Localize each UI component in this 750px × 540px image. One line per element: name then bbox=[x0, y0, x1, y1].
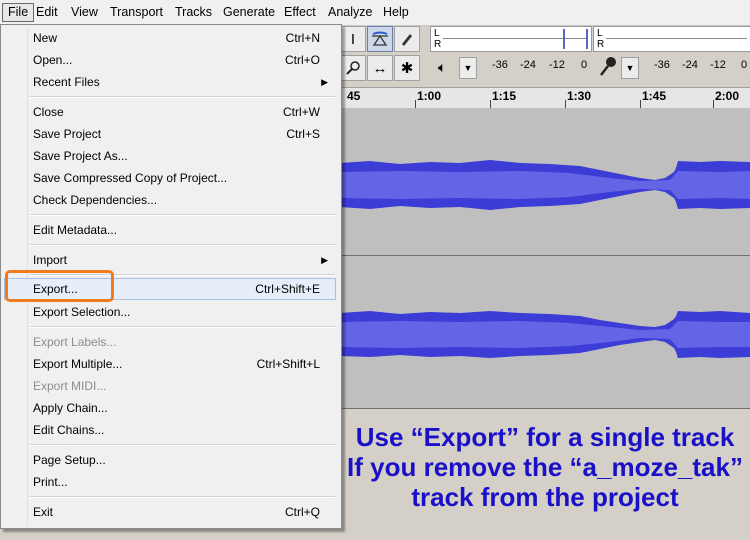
draw-tool-icon[interactable] bbox=[394, 26, 420, 52]
menu-item-recent-files[interactable]: Recent Files ▶ bbox=[4, 71, 336, 93]
menu-item-label: Edit Metadata... bbox=[33, 223, 118, 237]
record-dropdown-button[interactable]: ▼ bbox=[621, 57, 639, 79]
playback-db-tick: 0 bbox=[581, 59, 588, 71]
menu-item-label: Export MIDI... bbox=[33, 379, 107, 393]
caption-line-1: Use “Export” for a single track bbox=[355, 422, 735, 452]
menu-item-open[interactable]: Open... Ctrl+O bbox=[4, 49, 336, 71]
export-highlight-box bbox=[5, 270, 114, 302]
meter-right-label: R bbox=[597, 39, 605, 50]
ruler-label: 45 bbox=[347, 89, 361, 103]
menu-item-check-dependencies[interactable]: Check Dependencies... bbox=[4, 189, 336, 211]
menu-item-import[interactable]: Import ▶ bbox=[4, 249, 336, 271]
menu-item-label: Save Compressed Copy of Project... bbox=[33, 171, 228, 185]
menu-item-label: Import bbox=[33, 253, 68, 267]
record-db-tick: -36 bbox=[654, 59, 670, 71]
menu-item-edit-chains[interactable]: Edit Chains... bbox=[4, 419, 336, 441]
record-db-tick: -24 bbox=[682, 59, 698, 71]
ruler-label: 1:15 bbox=[492, 89, 517, 103]
caption-line-2: If you remove the “a_moze_tak” bbox=[347, 452, 743, 482]
menu-item-print[interactable]: Print... bbox=[4, 471, 336, 493]
menu-item-shortcut: Ctrl+Shift+L bbox=[256, 357, 320, 371]
menu-item-label: Export Selection... bbox=[33, 305, 131, 319]
record-db-tick: -12 bbox=[710, 59, 726, 71]
menu-item-label: Save Project bbox=[33, 127, 102, 141]
instruction-caption: Use “Export” for a single track If you r… bbox=[340, 410, 750, 540]
ruler-label: 1:30 bbox=[567, 89, 592, 103]
menu-item-label: Export Labels... bbox=[33, 335, 117, 349]
menu-item-edit-metadata[interactable]: Edit Metadata... bbox=[4, 219, 336, 241]
menu-file[interactable]: File bbox=[2, 3, 35, 22]
menu-item-exit[interactable]: Exit Ctrl+Q bbox=[4, 501, 336, 523]
menu-item-apply-chain[interactable]: Apply Chain... bbox=[4, 397, 336, 419]
ruler-label: 1:45 bbox=[642, 89, 667, 103]
caption-line-3: track from the project bbox=[411, 482, 679, 512]
playback-dropdown-button[interactable]: ▼ bbox=[459, 57, 477, 79]
menu-item-new[interactable]: New Ctrl+N bbox=[4, 27, 336, 49]
playback-db-tick: -24 bbox=[520, 59, 536, 71]
playback-meter[interactable]: L R bbox=[430, 26, 592, 52]
menu-item-label: Recent Files bbox=[33, 75, 100, 89]
ruler-label: 2:00 bbox=[715, 89, 740, 103]
menu-generate[interactable]: Generate bbox=[218, 3, 280, 22]
menu-item-label: Export Multiple... bbox=[33, 357, 123, 371]
menu-bar: File Edit View Transport Tracks Generate… bbox=[0, 0, 750, 26]
menu-item-label: Print... bbox=[33, 475, 68, 489]
ruler-label: 1:00 bbox=[417, 89, 442, 103]
waveform-1 bbox=[340, 108, 750, 255]
speaker-icon[interactable]: 🔈︎ bbox=[438, 59, 446, 76]
record-meter[interactable]: L R bbox=[593, 26, 750, 52]
menu-item-shortcut: Ctrl+Shift+E bbox=[255, 282, 320, 296]
waveform-2 bbox=[340, 256, 750, 408]
menu-item-label: Close bbox=[33, 105, 64, 119]
audio-track-1[interactable] bbox=[340, 108, 750, 256]
menu-item-shortcut: Ctrl+S bbox=[286, 127, 320, 141]
multi-tool-icon[interactable]: ✱ bbox=[394, 55, 420, 81]
timeline-ruler[interactable]: 45 1:00 1:15 1:30 1:45 2:00 bbox=[340, 87, 750, 109]
submenu-arrow-icon: ▶ bbox=[321, 255, 328, 265]
menu-item-label: Exit bbox=[33, 505, 54, 519]
menu-item-label: Apply Chain... bbox=[33, 401, 108, 415]
menu-effect[interactable]: Effect bbox=[279, 3, 321, 22]
menu-item-shortcut: Ctrl+Q bbox=[284, 505, 320, 519]
menu-item-label: Open... bbox=[33, 53, 73, 67]
menu-item-export-selection[interactable]: Export Selection... bbox=[4, 301, 336, 323]
menu-item-save-compressed-copy[interactable]: Save Compressed Copy of Project... bbox=[4, 167, 336, 189]
menu-item-shortcut: Ctrl+W bbox=[283, 105, 320, 119]
selection-tool-icon[interactable]: I bbox=[340, 26, 366, 52]
menu-item-save-project[interactable]: Save Project Ctrl+S bbox=[4, 123, 336, 145]
menu-edit[interactable]: Edit bbox=[31, 3, 63, 22]
menu-item-label: Page Setup... bbox=[33, 453, 106, 467]
envelope-tool-icon[interactable] bbox=[367, 26, 393, 52]
zoom-tool-icon[interactable] bbox=[340, 55, 366, 81]
menu-item-page-setup[interactable]: Page Setup... bbox=[4, 449, 336, 471]
playback-db-tick: -12 bbox=[549, 59, 565, 71]
record-db-tick: 0 bbox=[741, 59, 748, 71]
meter-right-label: R bbox=[434, 39, 442, 50]
menu-item-export-midi: Export MIDI... bbox=[4, 375, 336, 397]
menu-analyze[interactable]: Analyze bbox=[323, 3, 377, 22]
menu-item-close[interactable]: Close Ctrl+W bbox=[4, 101, 336, 123]
menu-tracks[interactable]: Tracks bbox=[170, 3, 217, 22]
menu-item-label: Check Dependencies... bbox=[33, 193, 158, 207]
menu-item-shortcut: Ctrl+O bbox=[284, 53, 320, 67]
playback-db-tick: -36 bbox=[492, 59, 508, 71]
menu-item-export-multiple[interactable]: Export Multiple... Ctrl+Shift+L bbox=[4, 353, 336, 375]
menu-transport[interactable]: Transport bbox=[105, 3, 168, 22]
meter-left-label: L bbox=[597, 28, 603, 39]
menu-item-shortcut: Ctrl+N bbox=[285, 31, 320, 45]
menu-item-label: New bbox=[33, 31, 58, 45]
submenu-arrow-icon: ▶ bbox=[321, 77, 328, 87]
menu-item-save-project-as[interactable]: Save Project As... bbox=[4, 145, 336, 167]
menu-help[interactable]: Help bbox=[378, 3, 414, 22]
meter-left-label: L bbox=[434, 28, 440, 39]
menu-item-export-labels: Export Labels... bbox=[4, 331, 336, 353]
time-shift-tool-icon[interactable]: ↔ bbox=[367, 55, 393, 81]
toolbar: I ↔ ✱ L R L R 🔈︎ ▼ -36 -24 -12 0 ▼ -36 -… bbox=[340, 26, 750, 86]
menu-view[interactable]: View bbox=[66, 3, 103, 22]
menu-item-label: Save Project As... bbox=[33, 149, 128, 163]
menu-item-label: Edit Chains... bbox=[33, 423, 105, 437]
audio-track-2[interactable] bbox=[340, 256, 750, 409]
microphone-icon[interactable] bbox=[598, 56, 618, 81]
